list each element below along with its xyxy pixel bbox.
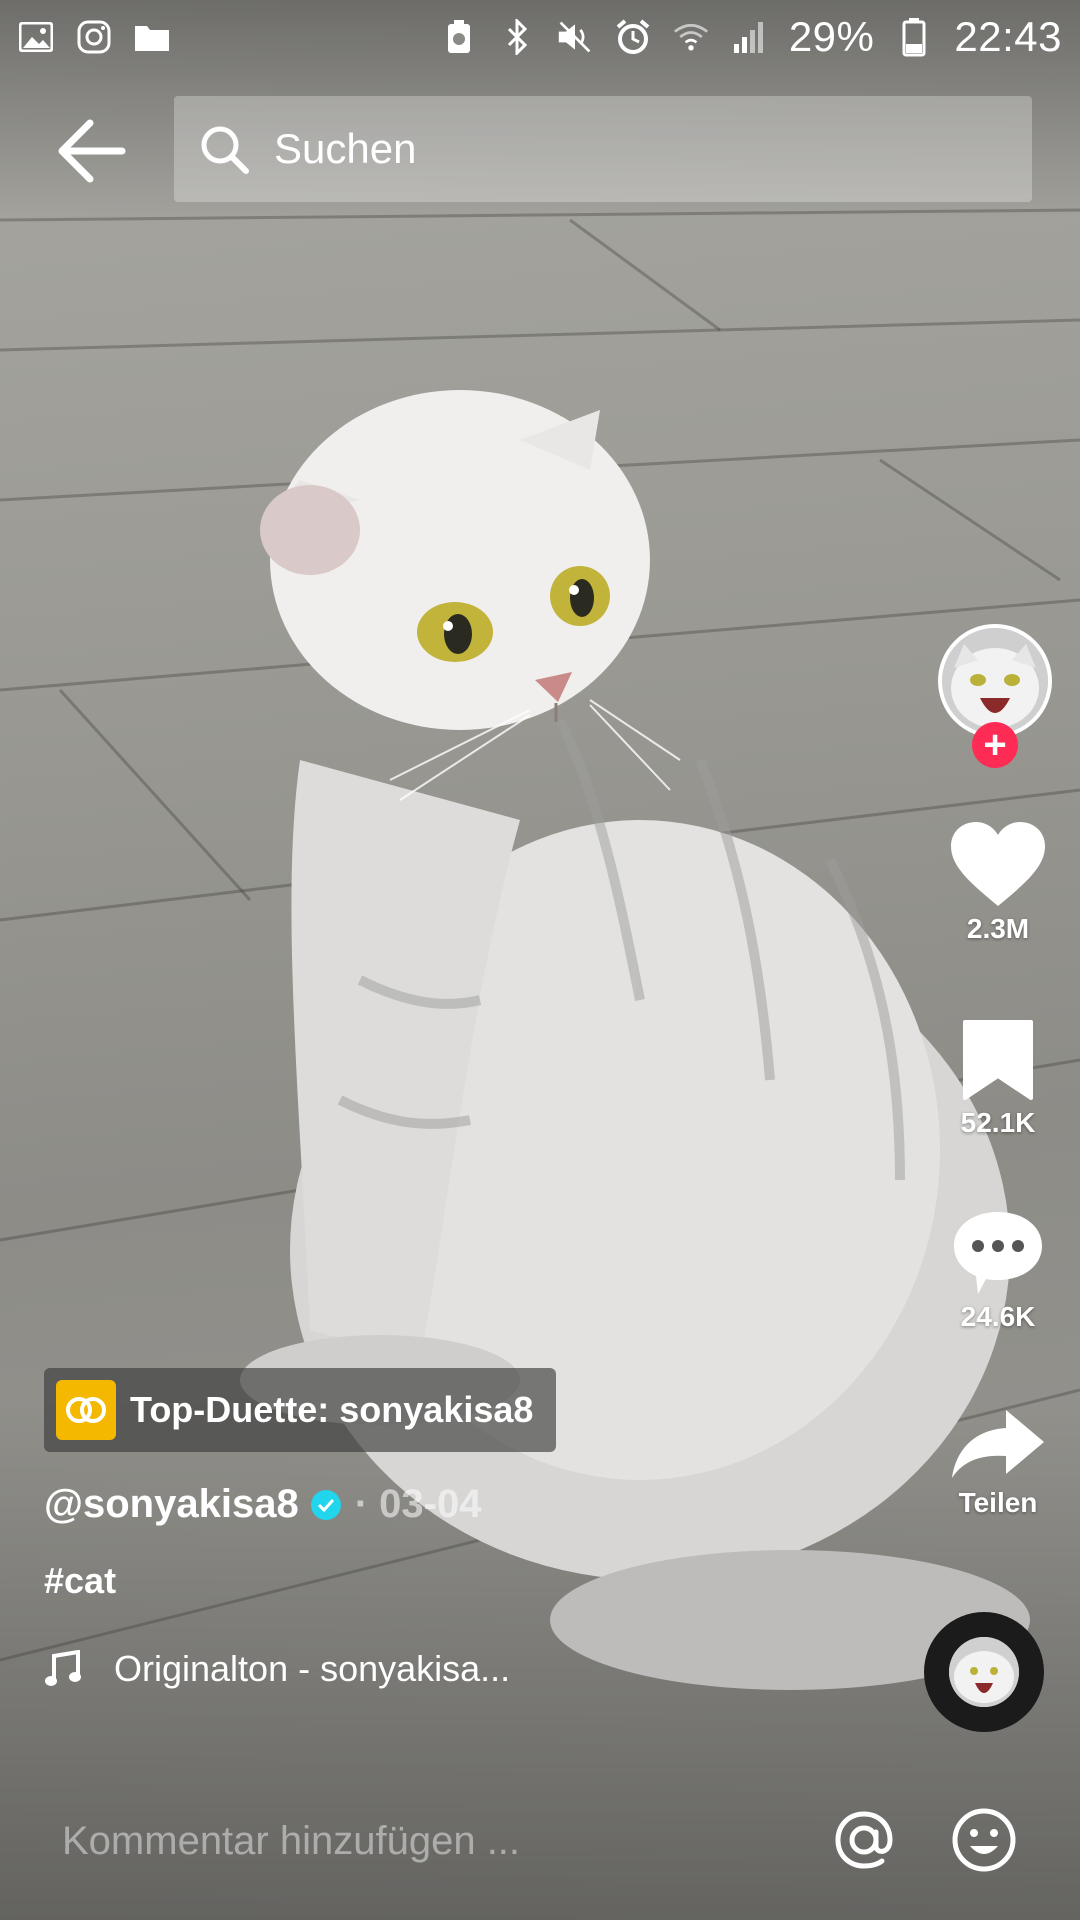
- folder-icon: [134, 19, 170, 55]
- arrow-left-icon: [58, 119, 126, 183]
- disc-art-image: [949, 1637, 1019, 1707]
- save-button[interactable]: 52.1K: [936, 1018, 1060, 1139]
- search-bar[interactable]: [174, 96, 1032, 202]
- plus-icon: +: [983, 723, 1007, 767]
- comment-count: 24.6K: [960, 1301, 1036, 1332]
- comment-icon: [954, 1212, 1042, 1294]
- wifi-icon: [673, 19, 709, 55]
- author-username[interactable]: @sonyakisa8: [44, 1482, 299, 1527]
- duet-icon: [56, 1380, 116, 1440]
- search-icon: [198, 123, 250, 175]
- save-count: 52.1K: [960, 1107, 1036, 1138]
- back-button[interactable]: [56, 118, 128, 184]
- avatar-image: [942, 628, 1048, 734]
- mention-button[interactable]: [830, 1806, 898, 1874]
- comment-button[interactable]: 24.6K: [936, 1208, 1060, 1333]
- signal-icon: [731, 19, 767, 55]
- follow-button[interactable]: +: [972, 722, 1018, 768]
- battery-percent: 29%: [788, 13, 875, 60]
- author-row: @sonyakisa8 · 03-04: [44, 1482, 481, 1527]
- avatar[interactable]: [938, 624, 1052, 738]
- status-bar: 29% 22:43: [0, 0, 1080, 74]
- disc-art: [949, 1637, 1019, 1707]
- verified-icon: [310, 1489, 341, 1520]
- smiley-icon: [952, 1808, 1016, 1872]
- comment-input[interactable]: [60, 1817, 824, 1865]
- music-disc[interactable]: [924, 1612, 1044, 1732]
- video-frame[interactable]: [0, 0, 1080, 1920]
- mute-icon: [557, 19, 593, 55]
- clock: 22:43: [954, 13, 1062, 60]
- video-picture: [0, 208, 1080, 1690]
- share-button[interactable]: Teilen: [936, 1406, 1060, 1519]
- caption-hashtag[interactable]: #cat: [44, 1560, 116, 1602]
- author-avatar-group[interactable]: +: [936, 624, 1060, 774]
- search-input[interactable]: [272, 124, 876, 174]
- music-note-icon: [45, 1650, 81, 1686]
- share-label: Teilen: [958, 1487, 1038, 1518]
- instagram-icon: [76, 19, 112, 55]
- battery-icon: [896, 18, 932, 57]
- heart-icon: [951, 822, 1045, 906]
- share-arrow-icon: [952, 1410, 1044, 1478]
- sound-row[interactable]: Originalton - sonyakisa...: [44, 1648, 510, 1690]
- post-date: · 03-04: [354, 1482, 482, 1526]
- alarm-icon: [615, 19, 651, 55]
- gallery-icon: [18, 19, 54, 55]
- bluetooth-icon: [499, 19, 535, 55]
- emoji-button[interactable]: [950, 1806, 1018, 1874]
- sound-title: Originalton - sonyakisa...: [114, 1648, 511, 1689]
- bookmark-icon: [963, 1020, 1033, 1100]
- top-duets-label: Top-Duette: sonyakisa8: [130, 1389, 534, 1430]
- top-duets-badge[interactable]: Top-Duette: sonyakisa8: [44, 1368, 556, 1452]
- comment-bar: [34, 1776, 1046, 1906]
- like-count: 2.3M: [966, 913, 1030, 944]
- at-sign-icon: [835, 1811, 893, 1869]
- battery-saver-icon: [441, 19, 477, 55]
- like-button[interactable]: 2.3M: [936, 820, 1060, 945]
